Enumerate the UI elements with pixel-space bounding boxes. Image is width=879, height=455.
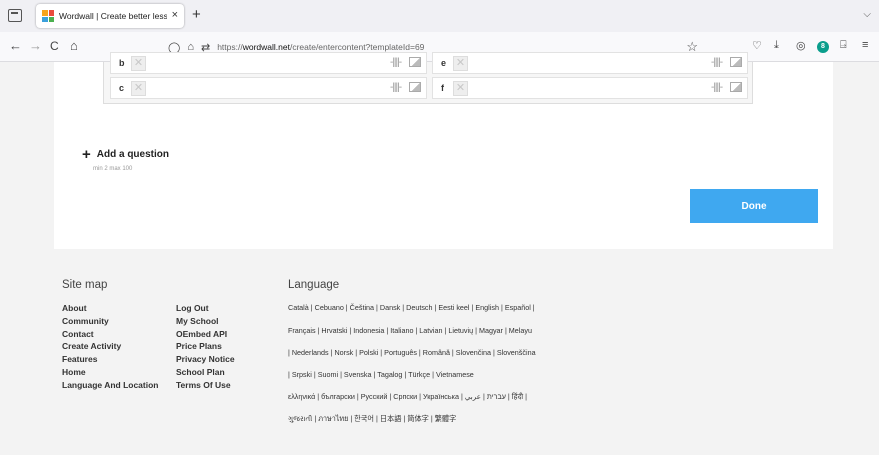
done-button[interactable]: Done — [690, 189, 818, 223]
site-map-heading: Site map — [62, 279, 108, 291]
footer-link[interactable]: Features — [62, 353, 159, 366]
browser-tab[interactable]: Wordwall | Create better lessor × — [36, 4, 184, 28]
home-button[interactable]: ⌂ — [70, 39, 78, 53]
site-map-column-2: Log Out My School OEmbed API Price Plans… — [176, 302, 235, 392]
audio-icon[interactable]: -||||- — [711, 82, 723, 93]
answer-letter: b — [119, 58, 125, 68]
footer-link[interactable]: OEmbed API — [176, 328, 235, 341]
answer-field[interactable]: b ✕ -||||- — [110, 52, 427, 74]
reload-button[interactable]: C — [50, 39, 59, 53]
footer-link[interactable]: Price Plans — [176, 340, 235, 353]
footer-link[interactable]: About — [62, 302, 159, 315]
image-icon[interactable] — [730, 57, 742, 67]
tab-strip: Wordwall | Create better lessor × + ⌵ — [0, 0, 879, 32]
extension-icon[interactable]: 8 — [817, 39, 829, 53]
answer-letter: c — [119, 83, 125, 93]
page-content: b ✕ -||||- e ✕ -||||- c ✕ -||||- f ✕ -||… — [0, 52, 879, 455]
footer-link[interactable]: Community — [62, 315, 159, 328]
answers-grid: b ✕ -||||- e ✕ -||||- c ✕ -||||- f ✕ -||… — [103, 52, 753, 104]
menu-icon[interactable]: ≡ — [862, 39, 868, 51]
site-map-column-1: About Community Contact Create Activity … — [62, 302, 159, 392]
image-placeholder-icon[interactable]: ✕ — [131, 81, 146, 96]
audio-icon[interactable]: -||||- — [390, 82, 402, 93]
extensions-puzzle-icon[interactable]: ⍈ — [840, 39, 847, 52]
answer-field[interactable]: c ✕ -||||- — [110, 77, 427, 99]
language-links[interactable]: Français | Hrvatski | Indonesia | Italia… — [288, 326, 532, 335]
footer-link[interactable]: Contact — [62, 328, 159, 341]
forward-button[interactable]: → — [29, 39, 42, 53]
footer-link[interactable]: School Plan — [176, 366, 235, 379]
tab-list-icon[interactable] — [8, 9, 22, 22]
language-links[interactable]: | Srpski | Suomi | Svenska | Tagalog | T… — [288, 370, 474, 379]
download-icon[interactable]: ⤓ — [774, 39, 779, 52]
image-icon[interactable] — [730, 82, 742, 92]
footer-link[interactable]: My School — [176, 315, 235, 328]
url-text: https://wordwall.net/create/entercontent… — [217, 42, 425, 52]
answer-field[interactable]: e ✕ -||||- — [432, 52, 748, 74]
question-limits: min 2 max 100 — [93, 166, 133, 172]
language-links[interactable]: ગુજરાતી | ภาษาไทย | 한국어 | 日本語 | 简体字 | 繁體… — [288, 414, 456, 425]
footer-link[interactable]: Create Activity — [62, 340, 159, 353]
footer-link[interactable]: Privacy Notice — [176, 353, 235, 366]
editor-card: b ✕ -||||- e ✕ -||||- c ✕ -||||- f ✕ -||… — [54, 52, 833, 249]
answer-letter: e — [441, 58, 447, 68]
image-icon[interactable] — [409, 82, 421, 92]
audio-icon[interactable]: -||||- — [390, 57, 402, 68]
answer-field[interactable]: f ✕ -||||- — [432, 77, 748, 99]
image-placeholder-icon[interactable]: ✕ — [131, 56, 146, 71]
account-icon[interactable]: ◎ — [796, 39, 806, 52]
pocket-icon[interactable]: ♡ — [752, 39, 762, 52]
audio-icon[interactable]: -||||- — [711, 57, 723, 68]
image-placeholder-icon[interactable]: ✕ — [453, 81, 468, 96]
wordwall-favicon-icon — [42, 10, 54, 22]
add-question-button[interactable]: + Add a question — [82, 145, 169, 163]
footer-link[interactable]: Terms Of Use — [176, 379, 235, 392]
chevron-down-icon[interactable]: ⌵ — [863, 9, 871, 20]
image-icon[interactable] — [409, 57, 421, 67]
language-heading: Language — [288, 279, 340, 291]
image-placeholder-icon[interactable]: ✕ — [453, 56, 468, 71]
footer-link[interactable]: Language And Location — [62, 379, 159, 392]
plus-icon: + — [82, 145, 91, 163]
new-tab-button[interactable]: + — [192, 6, 201, 23]
language-links[interactable]: ελληνικά | български | Русский | Српски … — [288, 392, 527, 402]
add-question-label: Add a question — [96, 149, 169, 160]
language-links[interactable]: Català | Cebuano | Čeština | Dansk | Deu… — [288, 303, 535, 312]
language-links[interactable]: | Nederlands | Norsk | Polski | Portuguê… — [288, 348, 536, 357]
tab-title: Wordwall | Create better lessor — [59, 11, 167, 21]
close-tab-icon[interactable]: × — [172, 9, 178, 21]
footer-link[interactable]: Home — [62, 366, 159, 379]
back-button[interactable]: ← — [9, 39, 22, 53]
answer-letter: f — [441, 83, 444, 93]
footer-link[interactable]: Log Out — [176, 302, 235, 315]
